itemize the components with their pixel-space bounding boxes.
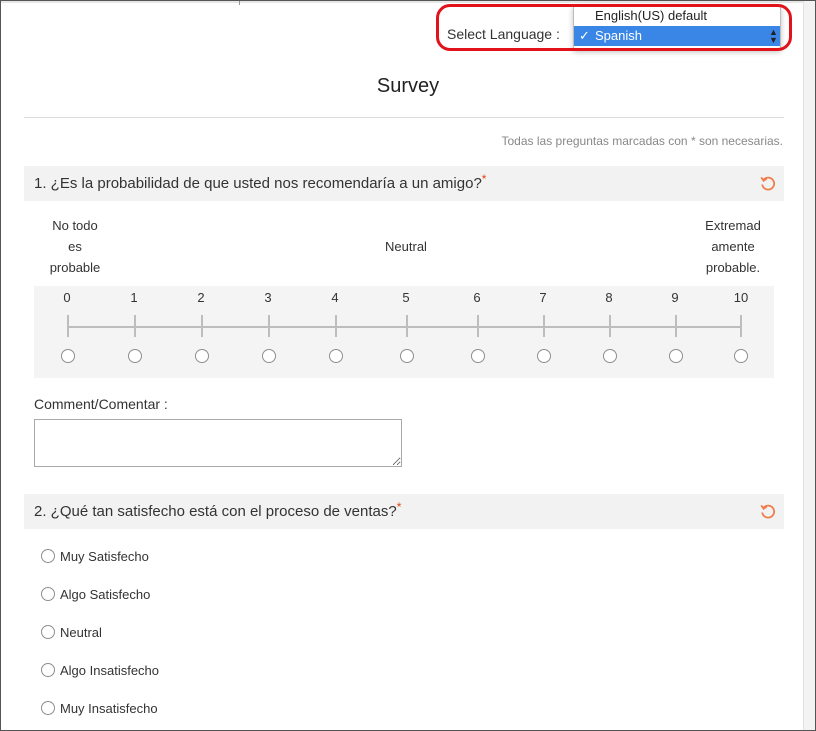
question-2-text: 2. ¿Qué tan satisfecho está con el proce…: [34, 500, 402, 520]
option-label: Neutral: [60, 624, 102, 640]
scale-tick: [477, 315, 479, 337]
scale-radio-5[interactable]: [400, 349, 414, 363]
scale-number: 6: [473, 290, 481, 305]
scale-tick: [675, 315, 677, 337]
option-muy-insatisfecho[interactable]: Muy Insatisfecho: [41, 699, 158, 717]
scale-radio-10[interactable]: [734, 349, 748, 363]
language-dropdown[interactable]: English(US) default ✓ Spanish ▲ ▼: [573, 5, 781, 50]
top-border: [1, 1, 815, 3]
option-radio[interactable]: [41, 663, 55, 677]
scale-number: 10: [733, 290, 749, 305]
scale-number: 7: [539, 290, 547, 305]
scale-radio-6[interactable]: [471, 349, 485, 363]
scale-tick: [67, 315, 69, 337]
option-algo-satisfecho[interactable]: Algo Satisfecho: [41, 585, 150, 603]
scale-number: 1: [130, 290, 138, 305]
option-radio[interactable]: [41, 701, 55, 715]
scale-radio-2[interactable]: [195, 349, 209, 363]
option-algo-insatisfecho[interactable]: Algo Insatisfecho: [41, 661, 159, 679]
comment-textarea[interactable]: [34, 419, 402, 467]
scale-tick: [609, 315, 611, 337]
option-radio[interactable]: [41, 587, 55, 601]
scale-number: 8: [605, 290, 613, 305]
checkmark-icon: ✓: [579, 28, 590, 43]
option-radio[interactable]: [41, 549, 55, 563]
scale-radio-7[interactable]: [537, 349, 551, 363]
scale-number: 5: [402, 290, 410, 305]
scale-radio-9[interactable]: [669, 349, 683, 363]
reset-icon[interactable]: [760, 503, 776, 519]
scale-label-high: Extremad amente probable.: [705, 218, 761, 275]
question-2-header: 2. ¿Qué tan satisfecho está con el proce…: [24, 494, 784, 529]
scale-tick: [134, 315, 136, 337]
option-label: Algo Satisfecho: [60, 586, 151, 602]
scale-number: 9: [671, 290, 679, 305]
reset-icon[interactable]: [760, 175, 776, 191]
language-label: Select Language :: [447, 26, 560, 42]
scale-label-low: No todo es probable: [49, 218, 101, 275]
title-divider: [24, 117, 784, 118]
question-1-text: 1. ¿Es la probabilidad de que usted nos …: [34, 172, 487, 192]
page-title: Survey: [376, 75, 440, 97]
scale-tick: [406, 315, 408, 337]
language-selector-row: Select Language :: [447, 23, 560, 45]
scale-line: [68, 326, 741, 328]
scale-radio-4[interactable]: [329, 349, 343, 363]
scale-number: 2: [197, 290, 205, 305]
scale-tick: [335, 315, 337, 337]
required-marker: *: [481, 172, 487, 186]
required-marker: *: [396, 500, 402, 514]
scale-number: 3: [264, 290, 272, 305]
language-option-label: Spanish: [595, 28, 642, 43]
question-1-header: 1. ¿Es la probabilidad de que usted nos …: [24, 166, 784, 201]
option-label: Muy Satisfecho: [60, 548, 149, 564]
updown-arrow-icon[interactable]: ▲ ▼: [769, 28, 778, 45]
scale-radio-3[interactable]: [262, 349, 276, 363]
language-option-label: English(US) default: [595, 8, 707, 23]
scale-number: 0: [63, 290, 71, 305]
language-option-spanish[interactable]: ✓ Spanish: [574, 26, 780, 46]
survey-window: Select Language : English(US) default ✓ …: [0, 0, 816, 731]
scale-tick: [268, 315, 270, 337]
scale-radio-1[interactable]: [128, 349, 142, 363]
scrollbar-track[interactable]: [803, 1, 815, 730]
scale-radio-0[interactable]: [61, 349, 75, 363]
option-neutral[interactable]: Neutral: [41, 623, 102, 641]
comment-label: Comment/Comentar :: [34, 396, 168, 412]
top-tick: [239, 1, 240, 5]
scale-radio-8[interactable]: [603, 349, 617, 363]
option-label: Algo Insatisfecho: [60, 662, 160, 678]
scale-tick: [201, 315, 203, 337]
option-radio[interactable]: [41, 625, 55, 639]
required-note: Todas las preguntas marcadas con * son n…: [501, 134, 784, 148]
language-option-english[interactable]: English(US) default: [574, 6, 780, 26]
scale-tick: [740, 315, 742, 337]
option-label: Muy Insatisfecho: [60, 700, 158, 716]
scale-number: 4: [331, 290, 339, 305]
option-muy-satisfecho[interactable]: Muy Satisfecho: [41, 547, 149, 565]
scale-tick: [543, 315, 545, 337]
scale-label-mid: Neutral: [385, 239, 427, 254]
